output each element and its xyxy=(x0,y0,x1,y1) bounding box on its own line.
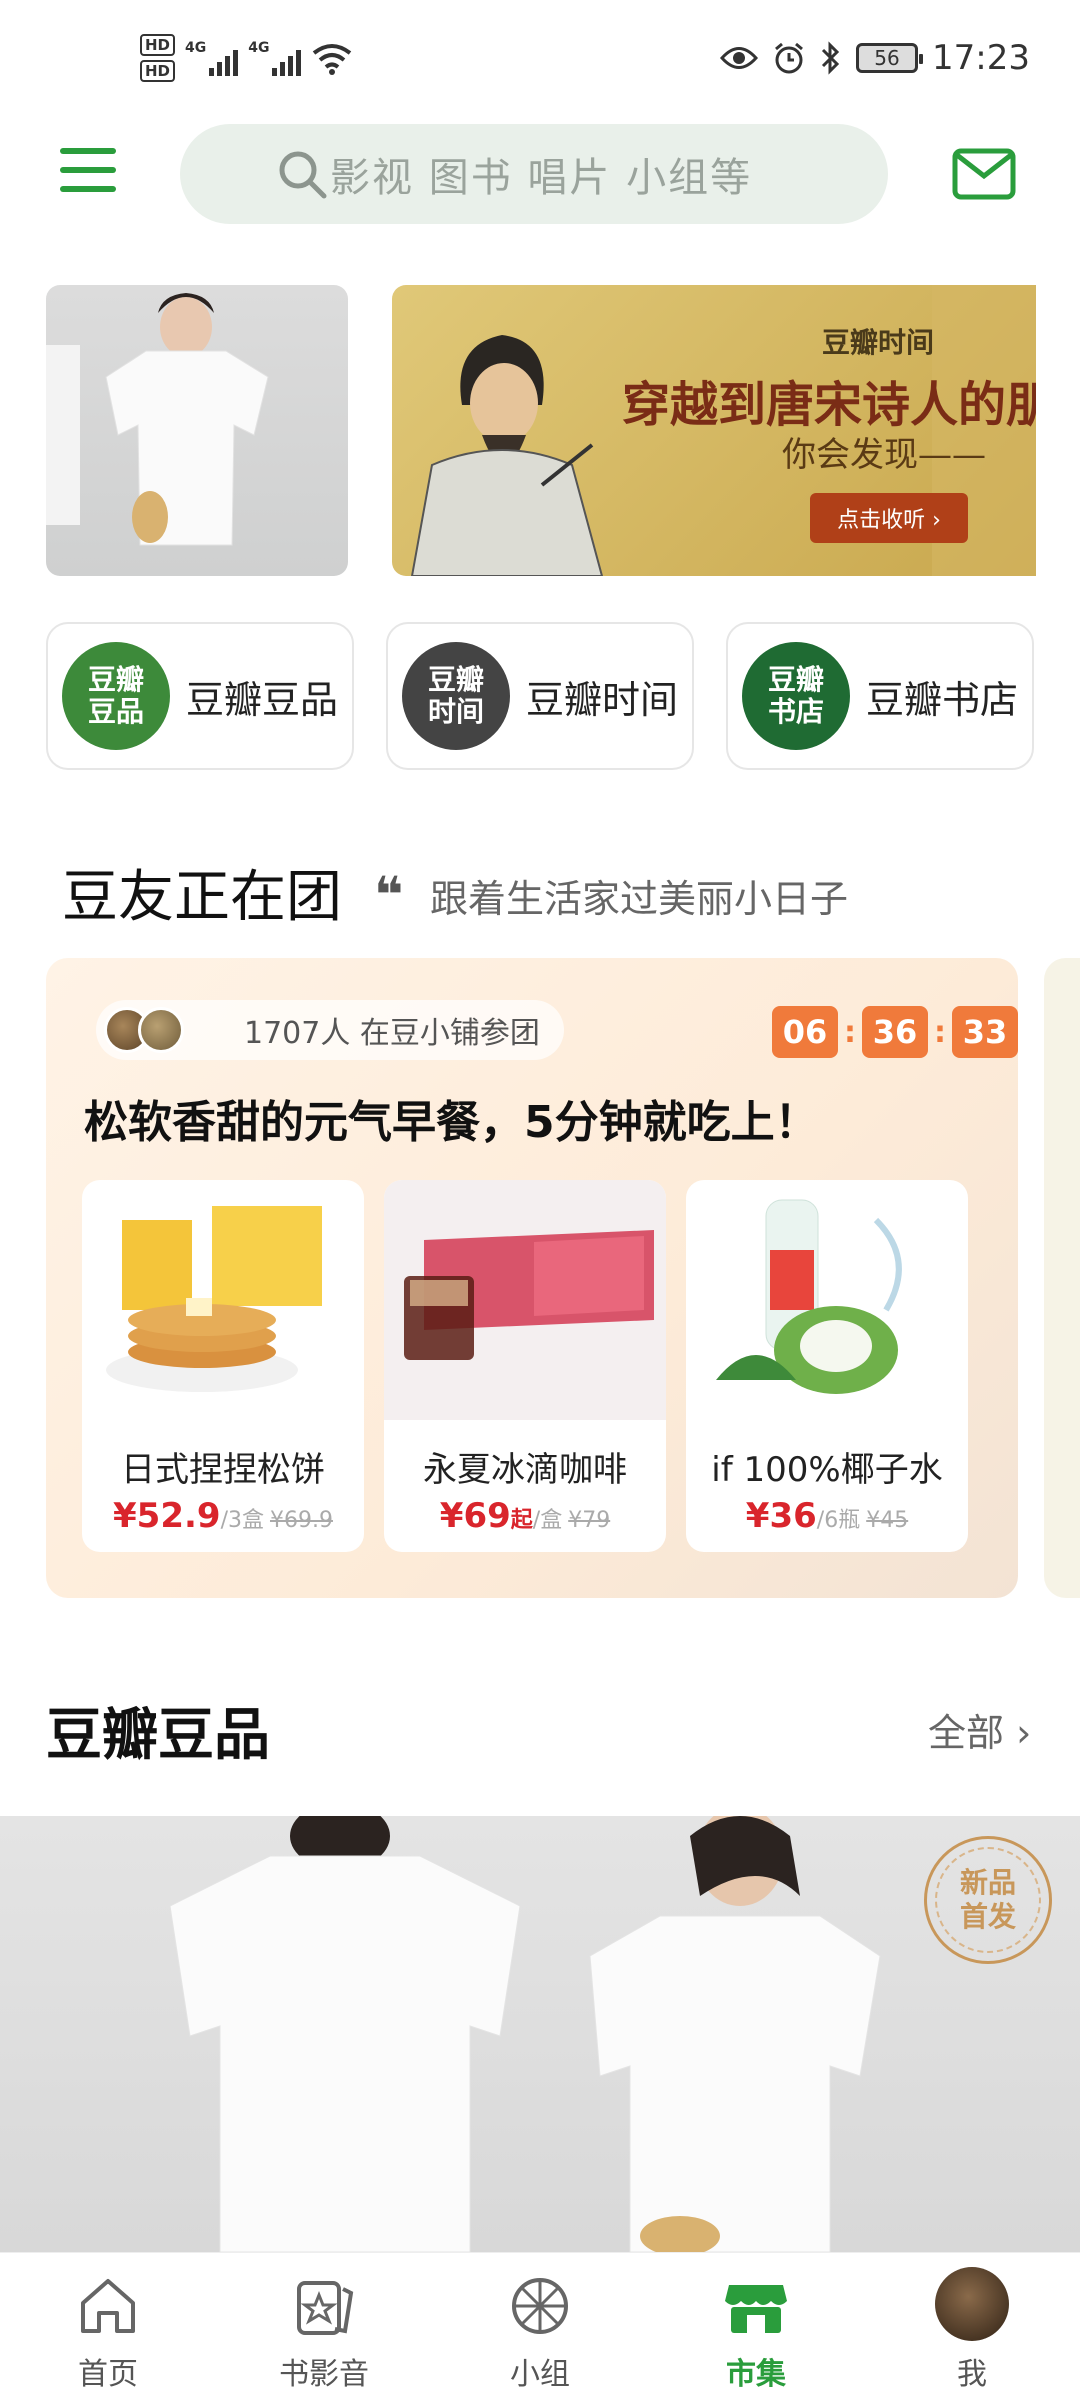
tab-me[interactable]: 我 xyxy=(864,2253,1080,2400)
pancake-image xyxy=(106,1206,322,1392)
product-card-pancake[interactable]: 日式捏捏松饼 ¥52.9/3盒 ¥69.9 xyxy=(82,1180,364,1552)
tab-group[interactable]: 小组 xyxy=(432,2253,648,2400)
product-original-price: ¥79 xyxy=(568,1508,611,1533)
banner-tshirt[interactable] xyxy=(46,285,348,576)
product-price: ¥36 xyxy=(745,1496,817,1536)
eye-icon xyxy=(720,47,759,69)
product-original-price: ¥69.9 xyxy=(269,1508,333,1533)
timer-seconds: 33 xyxy=(952,1006,1018,1058)
tab-label: 小组 xyxy=(510,2357,570,2392)
signal-icon-2: 4G xyxy=(248,40,302,76)
coffee-image xyxy=(384,1180,666,1420)
menu-icon[interactable] xyxy=(60,148,116,196)
next-group-card-peek[interactable] xyxy=(1044,958,1080,1598)
avatar xyxy=(935,2267,1009,2341)
product-unit: /3盒 xyxy=(220,1508,264,1533)
shortcut-label: 豆瓣豆品 xyxy=(186,677,339,722)
douban-goods-logo: 豆瓣 豆品 xyxy=(62,642,170,750)
tab-label: 我 xyxy=(957,2357,987,2392)
market-icon xyxy=(725,2285,787,2333)
product-price: ¥52.9 xyxy=(113,1496,221,1536)
douban-bookstore-logo: 豆瓣 书店 xyxy=(742,642,850,750)
product-name: 日式捏捏松饼 xyxy=(121,1450,325,1490)
tab-label: 市集 xyxy=(726,2357,786,2392)
battery-icon: 56 xyxy=(856,43,924,73)
home-icon xyxy=(81,2279,135,2333)
product-name: 永夏冰滴咖啡 xyxy=(423,1450,627,1490)
countdown-timer: 06 : 36 : 33 xyxy=(772,1006,1018,1058)
alarm-icon xyxy=(775,42,803,74)
banner-listen-button[interactable]: 点击收听 › xyxy=(810,493,968,543)
status-right: 56 17:23 xyxy=(720,38,1030,78)
search-placeholder: 影视 图书 唱片 小组等 xyxy=(330,155,753,201)
tshirt-photo xyxy=(46,293,269,546)
mail-icon[interactable] xyxy=(952,148,1016,200)
wifi-icon xyxy=(313,44,352,75)
banner-douban-time[interactable]: 豆瓣时间 穿越到唐宋诗人的朋 你会发现—— 点击收听 › xyxy=(392,285,1036,576)
new-arrival-badge: 新品 首发 xyxy=(924,1836,1052,1964)
product-price: ¥69起 xyxy=(439,1496,533,1536)
search-bar[interactable]: 影视 图书 唱片 小组等 xyxy=(180,124,888,224)
product-price-row: ¥52.9/3盒 ¥69.9 xyxy=(82,1496,364,1536)
coconut-water-image xyxy=(716,1199,902,1394)
tab-home[interactable]: 首页 xyxy=(0,2253,216,2400)
timer-hours: 06 xyxy=(772,1006,838,1058)
shortcut-douban-time[interactable]: 豆瓣 时间 豆瓣时间 xyxy=(386,622,694,770)
status-left: HD HD 4G 4G xyxy=(140,34,353,82)
bottom-tab-bar: 首页 书影音 小组 市集 我 xyxy=(0,2252,1080,2400)
product-unit: /盒 xyxy=(532,1508,563,1533)
section-title-douban-goods: 豆瓣豆品 xyxy=(46,1703,270,1768)
signal-icon: 4G xyxy=(185,40,239,76)
media-icon xyxy=(297,2281,354,2335)
section-title-group-buy: 豆友正在团 xyxy=(62,865,342,930)
shortcut-douban-bookstore[interactable]: 豆瓣 书店 豆瓣书店 xyxy=(726,622,1034,770)
product-price-row: ¥69起/盒 ¥79 xyxy=(384,1496,666,1536)
product-name: if 100%椰子水 xyxy=(711,1450,943,1490)
group-buy-headline: 松软香甜的元气早餐，5分钟就吃上！ xyxy=(84,1097,819,1148)
status-bar: HD HD 4G 4G 56 17:23 xyxy=(0,0,1080,120)
view-all-link[interactable]: 全部 › xyxy=(928,1702,1031,1757)
shortcut-douban-goods[interactable]: 豆瓣 豆品 豆瓣豆品 xyxy=(46,622,354,770)
avatar xyxy=(138,1007,184,1053)
douban-goods-hero[interactable] xyxy=(0,1816,1080,2252)
hd-badge-1: HD xyxy=(140,34,176,56)
product-price-row: ¥36/6瓶 ¥45 xyxy=(686,1496,968,1536)
clock: 17:23 xyxy=(932,38,1030,78)
participants-count: 1707人 在豆小铺参团 xyxy=(244,1016,540,1051)
bluetooth-icon xyxy=(821,41,840,75)
shortcut-label: 豆瓣书店 xyxy=(866,677,1019,722)
group-icon xyxy=(512,2278,568,2334)
timer-minutes: 36 xyxy=(862,1006,928,1058)
quote-icon: ❝ xyxy=(374,866,404,924)
douban-time-logo: 豆瓣 时间 xyxy=(402,642,510,750)
tab-media[interactable]: 书影音 xyxy=(216,2253,432,2400)
participants-pill: 1707人 在豆小铺参团 xyxy=(96,1000,564,1060)
banner-brand: 豆瓣时间 xyxy=(822,326,935,359)
section-subtitle: 跟着生活家过美丽小日子 xyxy=(430,877,849,921)
product-card-coconut[interactable]: if 100%椰子水 ¥36/6瓶 ¥45 xyxy=(686,1180,968,1552)
search-icon xyxy=(279,151,327,199)
tab-label: 书影音 xyxy=(279,2357,369,2392)
product-unit: /6瓶 xyxy=(816,1508,861,1533)
tab-market[interactable]: 市集 xyxy=(648,2253,864,2400)
hd-badge-2: HD xyxy=(140,60,176,82)
tab-label: 首页 xyxy=(78,2357,138,2392)
tshirt-hero-photo xyxy=(169,1816,881,2252)
product-card-coffee[interactable]: 永夏冰滴咖啡 ¥69起/盒 ¥79 xyxy=(384,1180,666,1552)
shortcut-label: 豆瓣时间 xyxy=(526,677,679,722)
product-original-price: ¥45 xyxy=(866,1508,909,1533)
banner-title: 穿越到唐宋诗人的朋 xyxy=(622,377,1036,433)
banner-subtitle: 你会发现—— xyxy=(782,435,986,475)
group-buy-card[interactable]: 1707人 在豆小铺参团 06 : 36 : 33 松软香甜的元气早餐，5分钟就… xyxy=(46,958,1018,1598)
participant-avatars xyxy=(104,1007,184,1053)
